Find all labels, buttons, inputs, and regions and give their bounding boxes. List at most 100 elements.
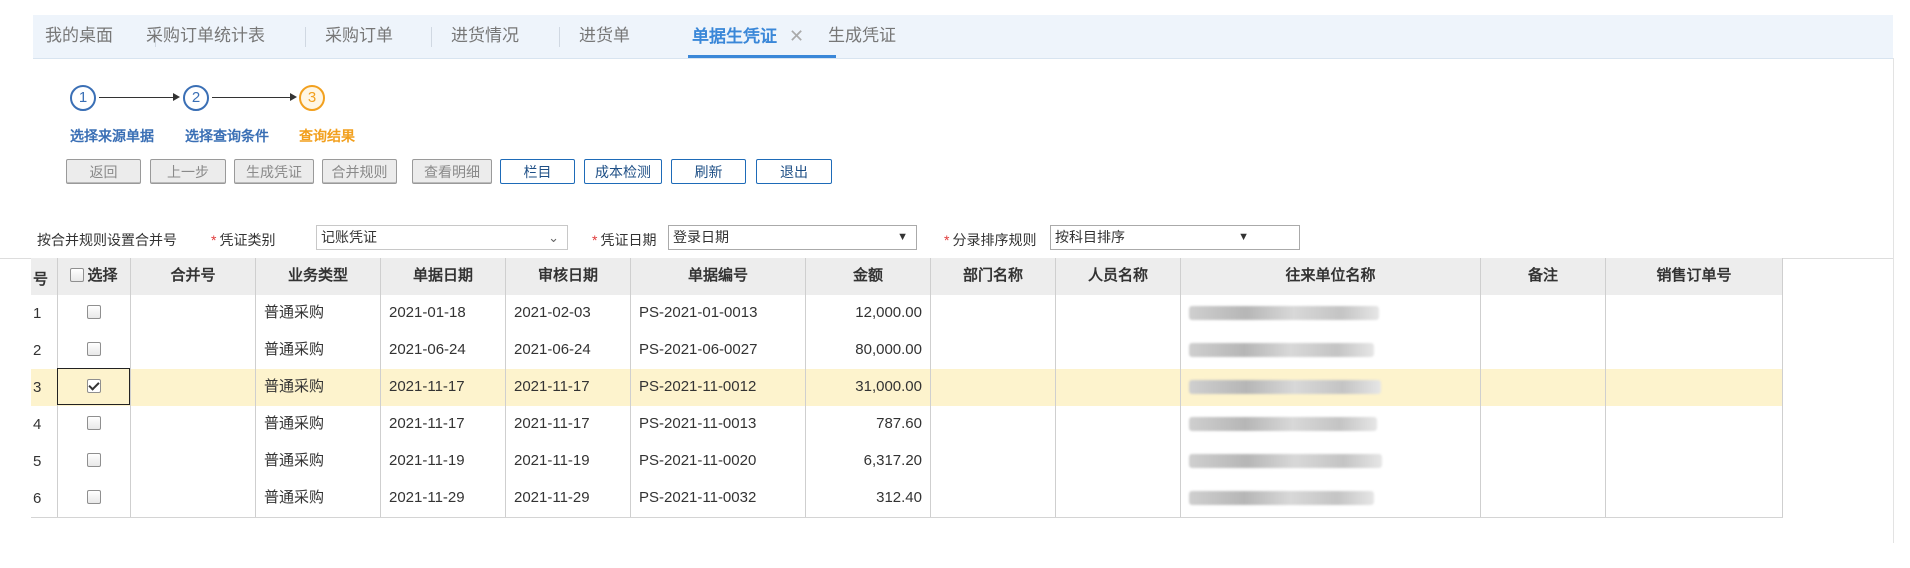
- col-dept-header[interactable]: 部门名称: [931, 258, 1056, 295]
- sales-order-cell: [1606, 443, 1783, 480]
- tab-purchase-order[interactable]: 采购订单: [325, 15, 393, 58]
- merge-no-cell[interactable]: [131, 480, 256, 517]
- select-all-checkbox[interactable]: [70, 268, 85, 283]
- doc-date-cell: 2021-11-19: [381, 443, 506, 480]
- remark-cell: [1481, 332, 1606, 369]
- cost-check-button[interactable]: 成本检测: [584, 159, 662, 184]
- doc-date-cell: 2021-06-24: [381, 332, 506, 369]
- active-tab-indicator: [688, 55, 837, 58]
- tab-generate-voucher[interactable]: 生成凭证: [828, 15, 896, 58]
- exit-button[interactable]: 退出: [756, 159, 832, 184]
- col-doc-no-header[interactable]: 单据编号: [631, 258, 806, 295]
- dept-cell: [931, 480, 1056, 517]
- partner-cell: [1181, 406, 1481, 443]
- row-select-cell[interactable]: [58, 480, 131, 517]
- col-business-type-header[interactable]: 业务类型: [256, 258, 381, 295]
- partner-cell: [1181, 332, 1481, 369]
- table-row[interactable]: 普通采购 2021-11-29 2021-11-29 PS-2021-11-00…: [31, 480, 1783, 518]
- doc-date-cell: 2021-11-17: [381, 369, 506, 406]
- partner-cell: [1181, 480, 1481, 517]
- redacted-text: [1189, 306, 1379, 320]
- col-amount-header[interactable]: 金额: [806, 258, 931, 295]
- col-remark-header[interactable]: 备注: [1481, 258, 1606, 295]
- col-person-header[interactable]: 人员名称: [1056, 258, 1181, 295]
- col-partner-header[interactable]: 往来单位名称: [1181, 258, 1481, 295]
- merge-rules-button[interactable]: 合并规则: [322, 159, 397, 184]
- voucher-type-label: * 凭证类别: [211, 230, 275, 250]
- row-checkbox[interactable]: [87, 305, 101, 320]
- tab-my-desktop[interactable]: 我的桌面: [45, 15, 113, 58]
- row-checkbox[interactable]: [87, 342, 101, 357]
- doc-no-cell: PS-2021-11-0013: [631, 406, 806, 443]
- person-cell: [1056, 295, 1181, 332]
- col-doc-date-header[interactable]: 单据日期: [381, 258, 506, 295]
- back-button[interactable]: 返回: [66, 159, 141, 184]
- refresh-button[interactable]: 刷新: [671, 159, 746, 184]
- step-3-label: 查询结果: [299, 128, 355, 144]
- row-index: 6: [33, 490, 42, 507]
- row-checkbox[interactable]: [87, 453, 101, 468]
- view-detail-button[interactable]: 查看明细: [412, 159, 492, 184]
- sort-rule-select[interactable]: 按科目排序 ▼: [1050, 225, 1300, 250]
- doc-no-cell: PS-2021-06-0027: [631, 332, 806, 369]
- partner-cell: [1181, 295, 1481, 332]
- row-index: 3: [33, 379, 42, 396]
- row-select-cell[interactable]: [58, 443, 131, 480]
- col-sales-order-header[interactable]: 销售订单号: [1606, 258, 1783, 295]
- merge-no-cell[interactable]: [131, 443, 256, 480]
- doc-no-cell: PS-2021-11-0032: [631, 480, 806, 517]
- person-cell: [1056, 406, 1181, 443]
- sales-order-cell: [1606, 480, 1783, 517]
- audit-date-cell: 2021-06-24: [506, 332, 631, 369]
- columns-button[interactable]: 栏目: [500, 159, 575, 184]
- amount-cell: 312.40: [806, 480, 931, 517]
- merge-no-cell[interactable]: [131, 406, 256, 443]
- voucher-date-select[interactable]: 登录日期 ▼: [668, 225, 917, 250]
- table-row-selected[interactable]: 普通采购 2021-11-17 2021-11-17 PS-2021-11-00…: [31, 369, 1783, 407]
- row-select-cell[interactable]: [58, 332, 131, 369]
- business-type-cell: 普通采购: [256, 443, 381, 480]
- col-merge-no-header[interactable]: 合并号: [131, 258, 256, 295]
- business-type-cell: 普通采购: [256, 480, 381, 517]
- col-audit-date-header[interactable]: 审核日期: [506, 258, 631, 295]
- tab-separator: [559, 27, 560, 47]
- dept-cell: [931, 443, 1056, 480]
- row-index: 2: [33, 342, 42, 359]
- generate-voucher-button[interactable]: 生成凭证: [234, 159, 314, 184]
- col-select-label: 选择: [87, 267, 118, 284]
- table-row[interactable]: 普通采购 2021-11-19 2021-11-19 PS-2021-11-00…: [31, 443, 1783, 481]
- merge-by-rule-label: 按合并规则设置合并号: [37, 232, 177, 248]
- audit-date-cell: 2021-11-19: [506, 443, 631, 480]
- close-icon[interactable]: ✕: [789, 26, 804, 46]
- row-checkbox[interactable]: [87, 490, 101, 505]
- content-border: [1893, 58, 1894, 543]
- row-checkbox[interactable]: [87, 416, 101, 431]
- merge-no-cell[interactable]: [131, 332, 256, 369]
- merge-no-cell[interactable]: [131, 295, 256, 332]
- row-select-cell[interactable]: [58, 295, 131, 332]
- prev-step-button[interactable]: 上一步: [150, 159, 226, 184]
- required-mark: *: [944, 232, 950, 248]
- merge-no-cell[interactable]: [131, 369, 256, 406]
- tab-bar: 我的桌面 采购订单统计表 采购订单 进货情况 进货单 单据生凭证 ✕ 生成凭证: [33, 15, 1893, 59]
- table-row[interactable]: 普通采购 2021-11-17 2021-11-17 PS-2021-11-00…: [31, 406, 1783, 444]
- sales-order-cell: [1606, 406, 1783, 443]
- table-row[interactable]: 普通采购 2021-06-24 2021-06-24 PS-2021-06-00…: [31, 332, 1783, 370]
- dept-cell: [931, 295, 1056, 332]
- col-select-header[interactable]: 选择: [58, 258, 131, 295]
- amount-cell: 12,000.00: [806, 295, 931, 332]
- tab-receiving-status[interactable]: 进货情况: [451, 15, 519, 58]
- business-type-cell: 普通采购: [256, 406, 381, 443]
- sort-rule-label: * 分录排序规则: [944, 230, 1036, 250]
- voucher-type-select[interactable]: 记账凭证 ⌄: [316, 225, 568, 250]
- table-row[interactable]: 普通采购 2021-01-18 2021-02-03 PS-2021-01-00…: [31, 295, 1783, 333]
- dept-cell: [931, 406, 1056, 443]
- redacted-text: [1189, 417, 1377, 431]
- tab-receipt[interactable]: 进货单: [579, 15, 630, 58]
- redacted-text: [1189, 491, 1374, 505]
- tab-purchase-order-stats[interactable]: 采购订单统计表: [146, 15, 265, 58]
- remark-cell: [1481, 295, 1606, 332]
- tab-doc-to-voucher[interactable]: 单据生凭证 ✕: [688, 15, 837, 58]
- row-select-cell[interactable]: [58, 406, 131, 443]
- sales-order-cell: [1606, 369, 1783, 406]
